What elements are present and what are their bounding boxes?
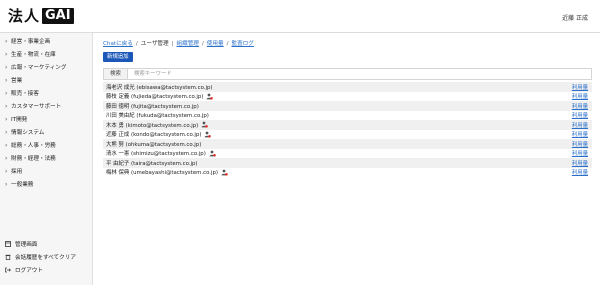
user-list: 海老沢 成光 (ebisawa@tactsystem.co.jp) 利用量 藤枝… bbox=[103, 82, 592, 177]
breadcrumb-separator: / bbox=[135, 41, 138, 47]
main-content: Chatに戻る / ユーザ管理 | 組織管理 / 使用量 / 監査ログ 新規追加 検索 検索キー… bbox=[93, 33, 600, 285]
user-name: 川田 美由紀 (fukuda@tactsystem.co.jp) bbox=[106, 113, 209, 120]
user-name: 大熊 努 (ohkuma@tactsystem.co.jp) bbox=[106, 141, 202, 148]
usage-link[interactable]: 利用量 bbox=[572, 130, 588, 138]
user-name: 海老沢 成光 (ebisawa@tactsystem.co.jp) bbox=[106, 84, 213, 91]
table-row: 藤枝 定義 (fujieda@tactsystem.co.jp) 利用量 bbox=[103, 92, 592, 102]
breadcrumb-org-management[interactable]: 組織管理 bbox=[177, 41, 199, 47]
sidebar-item-recruitment[interactable]: › 採用 bbox=[5, 167, 23, 176]
admin-user-icon bbox=[206, 93, 214, 100]
table-row: 川田 美由紀 (fukuda@tactsystem.co.jp) 利用量 bbox=[103, 111, 592, 121]
breadcrumb-separator: / bbox=[226, 41, 229, 47]
user-name: 近藤 正成 (kondo@tactsystem.co.jp) bbox=[106, 132, 202, 139]
logo-box: GAI bbox=[42, 8, 74, 24]
sidebar-item-label: 採用 bbox=[11, 169, 23, 175]
sidebar-item-label: 経営・事業企画 bbox=[11, 39, 51, 45]
sidebar: › 経営・事業企画 › 生産・物流・在庫 › 広報・マーケティング › 営業 ›… bbox=[0, 33, 93, 285]
sidebar-bottom-label: 管理画面 bbox=[15, 242, 38, 248]
table-row: 大熊 努 (ohkuma@tactsystem.co.jp) 利用量 bbox=[103, 139, 592, 149]
sidebar-item-general-affairs[interactable]: › 総務・人事・労務 bbox=[5, 141, 56, 150]
current-user-name[interactable]: 近藤 正成 bbox=[562, 13, 588, 22]
user-name: 梅林 保典 (umebayashi@tactsystem.co.jp) bbox=[106, 170, 219, 177]
breadcrumb-usage[interactable]: 使用量 bbox=[207, 41, 224, 47]
sidebar-item-label: 広報・マーケティング bbox=[11, 65, 67, 71]
search-bar: 検索 検索キーワード bbox=[103, 68, 592, 80]
usage-link[interactable]: 利用量 bbox=[572, 111, 588, 119]
user-name: 平 由紀子 (taira@tactsystem.co.jp) bbox=[106, 160, 198, 167]
sidebar-item-management-planning[interactable]: › 経営・事業企画 bbox=[5, 37, 51, 46]
user-name: 清水 一憲 (shimizu@tactsystem.co.jp) bbox=[106, 151, 206, 158]
usage-link[interactable]: 利用量 bbox=[572, 140, 588, 148]
search-label: 検索 bbox=[104, 69, 128, 79]
user-name: 木本 勇 (kimoto@tactsystem.co.jp) bbox=[106, 122, 199, 129]
table-row: 平 由紀子 (taira@tactsystem.co.jp) 利用量 bbox=[103, 158, 592, 168]
sidebar-item-label: 一般業務 bbox=[11, 182, 34, 188]
logout-icon bbox=[5, 267, 11, 273]
sidebar-item-label: 販売・接客 bbox=[11, 91, 39, 97]
admin-user-icon bbox=[221, 169, 228, 176]
table-row: 清水 一憲 (shimizu@tactsystem.co.jp) 利用量 bbox=[103, 149, 592, 159]
app-logo[interactable]: 法人 GAI bbox=[8, 7, 74, 25]
sidebar-item-sales[interactable]: › 営業 bbox=[5, 76, 23, 85]
breadcrumb-separator: | bbox=[171, 41, 174, 47]
sidebar-item-label: 営業 bbox=[11, 78, 23, 84]
sidebar-item-label: カスタマーサポート bbox=[11, 104, 62, 110]
sidebar-item-label: 生産・物流・在庫 bbox=[11, 52, 56, 58]
sidebar-item-label: 財務・経理・法務 bbox=[11, 156, 56, 162]
logout-link[interactable]: ログアウト bbox=[5, 266, 43, 274]
user-name: 藤枝 定義 (fujieda@tactsystem.co.jp) bbox=[106, 94, 204, 101]
breadcrumb-back-to-chat[interactable]: Chatに戻る bbox=[103, 41, 133, 47]
logo-text: 法人 bbox=[8, 7, 41, 25]
table-row: 近藤 正成 (kondo@tactsystem.co.jp) 利用量 bbox=[103, 130, 592, 140]
usage-link[interactable]: 利用量 bbox=[572, 92, 588, 100]
usage-link[interactable]: 利用量 bbox=[572, 159, 588, 167]
usage-link[interactable]: 利用量 bbox=[572, 83, 588, 91]
breadcrumb-current: ユーザ管理 bbox=[140, 41, 169, 47]
usage-link[interactable]: 利用量 bbox=[572, 102, 588, 110]
sidebar-item-label: 総務・人事・労務 bbox=[11, 143, 56, 149]
sidebar-bottom-label: 会話履歴をすべてクリア bbox=[15, 255, 76, 261]
search-input[interactable]: 検索キーワード bbox=[128, 69, 591, 79]
top-header: 法人 GAI 近藤 正成 bbox=[0, 0, 600, 33]
sidebar-item-information-systems[interactable]: › 情報システム bbox=[5, 128, 45, 137]
admin-user-icon bbox=[209, 150, 216, 157]
admin-user-icon bbox=[204, 131, 212, 138]
table-row: 木本 勇 (kimoto@tactsystem.co.jp) 利用量 bbox=[103, 120, 592, 130]
clear-history-link[interactable]: 会話履歴をすべてクリア bbox=[5, 253, 76, 261]
trash-icon bbox=[5, 254, 11, 260]
sidebar-item-finance-legal[interactable]: › 財務・経理・法務 bbox=[5, 154, 56, 163]
sidebar-item-it-development[interactable]: › IT開発 bbox=[5, 115, 28, 124]
add-user-button[interactable]: 新規追加 bbox=[103, 52, 133, 62]
usage-link[interactable]: 利用量 bbox=[572, 168, 588, 176]
breadcrumb-audit-log[interactable]: 監査ログ bbox=[231, 41, 253, 47]
sidebar-item-label: IT開発 bbox=[11, 117, 28, 123]
admin-user-icon bbox=[201, 121, 209, 128]
sidebar-item-production[interactable]: › 生産・物流・在庫 bbox=[5, 50, 56, 59]
sidebar-item-marketing[interactable]: › 広報・マーケティング bbox=[5, 63, 67, 72]
admin-icon bbox=[5, 241, 11, 247]
table-row: 海老沢 成光 (ebisawa@tactsystem.co.jp) 利用量 bbox=[103, 82, 592, 92]
sidebar-admin-link[interactable]: 管理画面 bbox=[5, 240, 37, 248]
sidebar-item-label: 情報システム bbox=[11, 130, 45, 136]
sidebar-item-retail[interactable]: › 販売・接客 bbox=[5, 89, 39, 98]
breadcrumb-separator: / bbox=[201, 41, 204, 47]
sidebar-bottom-label: ログアウト bbox=[15, 268, 43, 274]
breadcrumb: Chatに戻る / ユーザ管理 | 組織管理 / 使用量 / 監査ログ bbox=[103, 39, 254, 47]
table-row: 藤田 徳明 (fujita@tactsystem.co.jp) 利用量 bbox=[103, 101, 592, 111]
user-name: 藤田 徳明 (fujita@tactsystem.co.jp) bbox=[106, 103, 199, 110]
usage-link[interactable]: 利用量 bbox=[572, 149, 588, 157]
sidebar-item-general-work[interactable]: › 一般業務 bbox=[5, 180, 34, 189]
sidebar-item-customer-support[interactable]: › カスタマーサポート bbox=[5, 102, 62, 111]
usage-link[interactable]: 利用量 bbox=[572, 121, 588, 129]
table-row: 梅林 保典 (umebayashi@tactsystem.co.jp) 利用量 bbox=[103, 168, 592, 178]
